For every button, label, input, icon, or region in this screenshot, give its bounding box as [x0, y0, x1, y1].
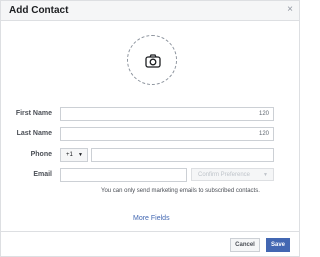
last-name-counter: 120 [258, 131, 269, 137]
confirm-preference-dropdown[interactable]: Confirm Preference ▼ [191, 168, 274, 181]
phone-label: Phone [30, 151, 52, 158]
email-label: Email [33, 171, 52, 178]
cancel-button[interactable]: Cancel [230, 238, 260, 252]
dialog-title: Add Contact [9, 5, 69, 16]
last-name-input[interactable]: 120 [60, 127, 274, 141]
subscription-note: You can only send marketing emails to su… [101, 188, 260, 194]
first-name-counter: 120 [258, 111, 269, 117]
first-name-input[interactable]: 120 [60, 107, 274, 121]
more-fields-link[interactable]: More Fields [133, 215, 170, 222]
save-button[interactable]: Save [266, 238, 290, 252]
add-contact-dialog: Add Contact × First Name 120 Last Name 1… [0, 0, 300, 257]
country-code-dropdown[interactable]: +1 ▼ [60, 148, 88, 162]
chevron-down-icon: ▼ [78, 152, 83, 158]
camera-icon [145, 54, 161, 68]
dialog-footer-divider [1, 231, 299, 232]
phone-input[interactable] [91, 148, 274, 162]
photo-upload-button[interactable] [127, 35, 177, 85]
first-name-label: First Name [15, 110, 52, 117]
confirm-preference-placeholder: Confirm Preference [198, 172, 251, 178]
chevron-down-icon: ▼ [263, 172, 268, 178]
dialog-header: Add Contact × [1, 1, 299, 21]
country-code-value: +1 [66, 152, 73, 158]
close-icon[interactable]: × [287, 4, 293, 16]
last-name-label: Last Name [16, 130, 52, 137]
email-input[interactable] [60, 168, 187, 182]
